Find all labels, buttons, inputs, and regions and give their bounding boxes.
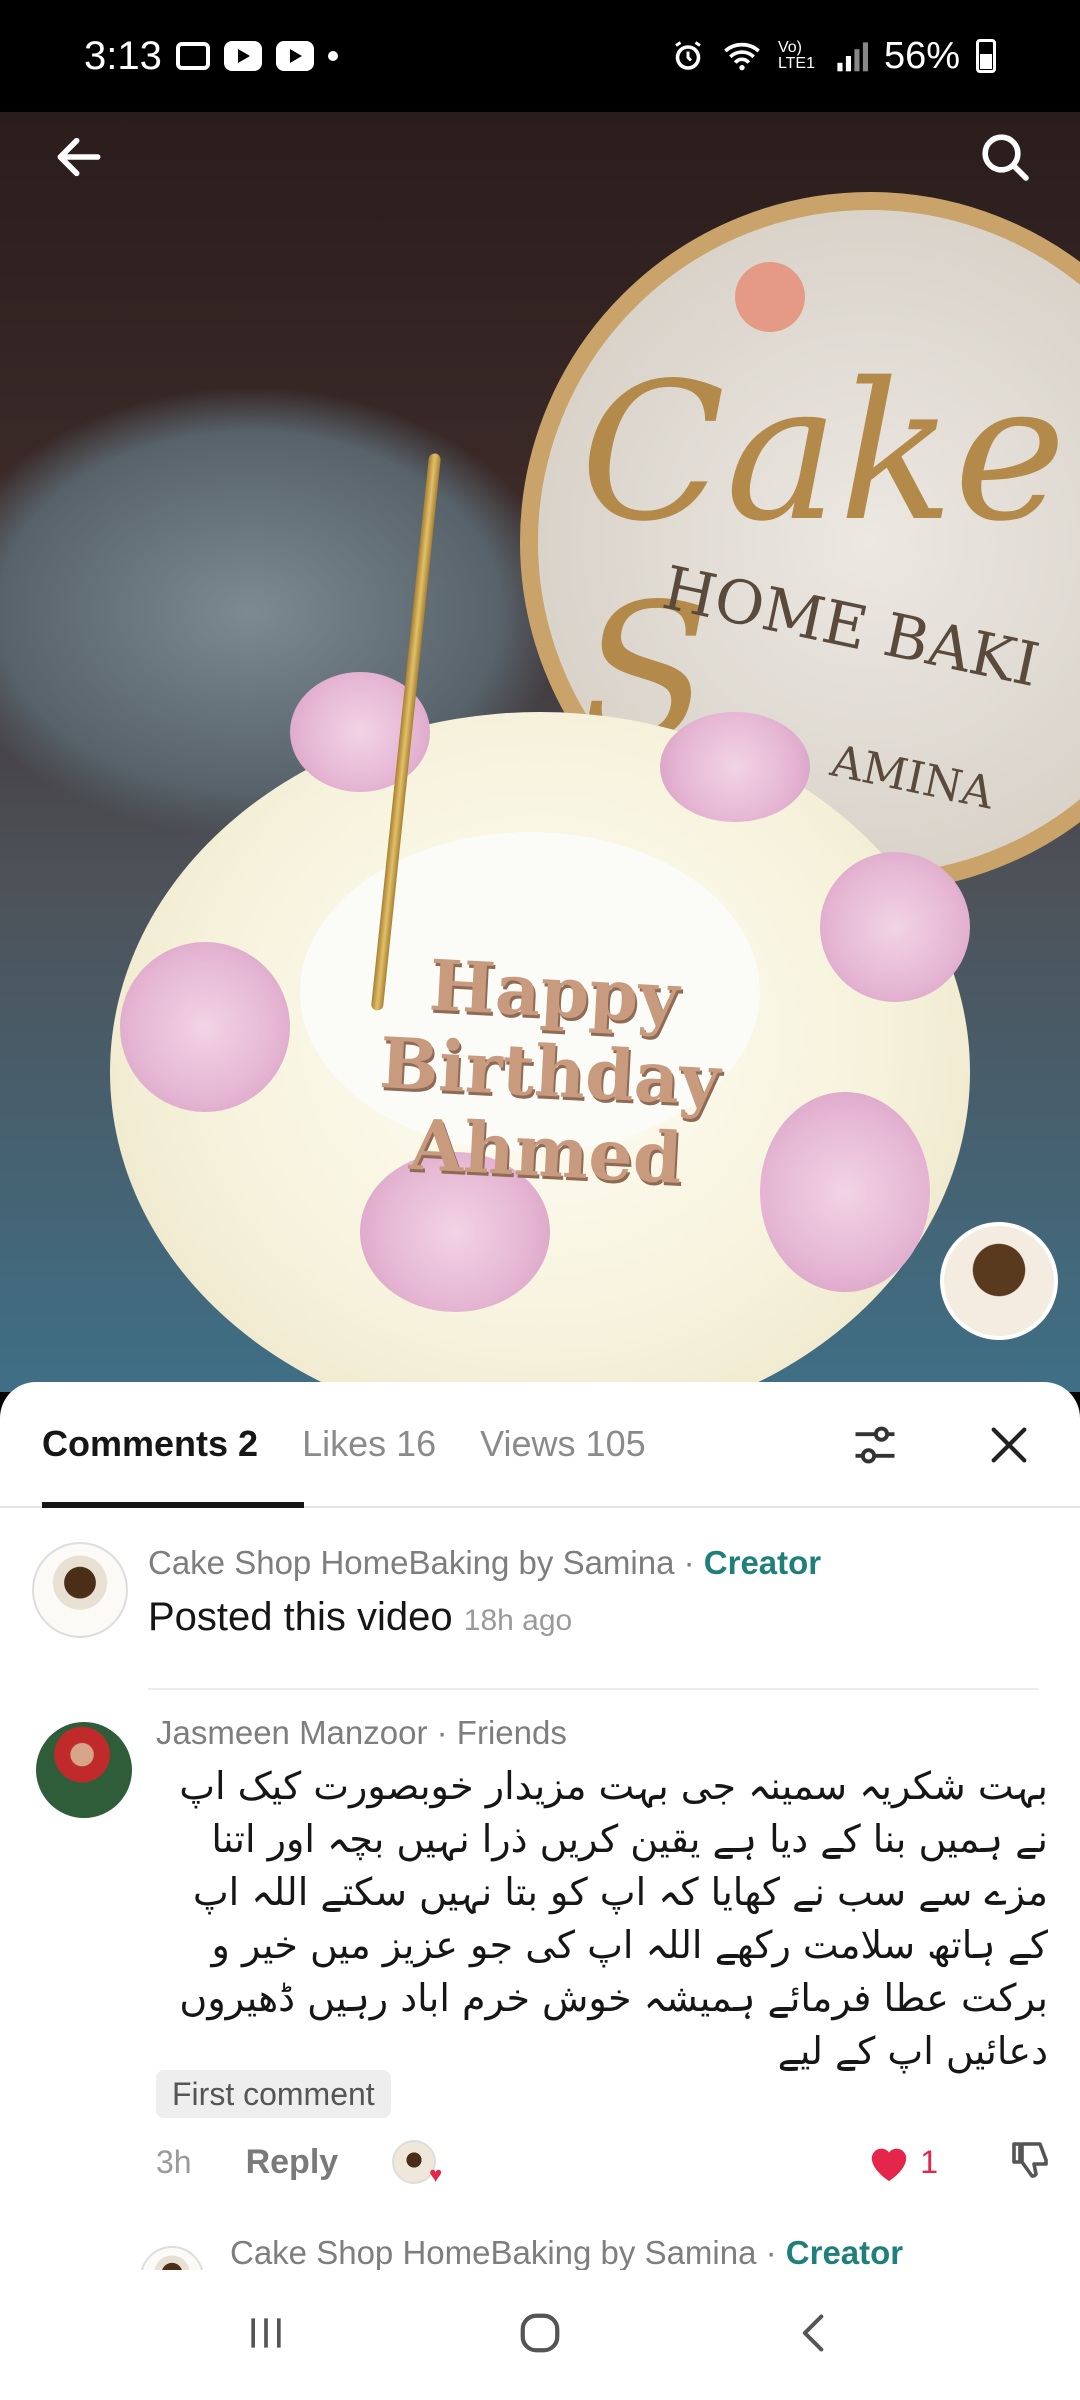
close-icon — [991, 1427, 1027, 1463]
status-left: 3:13 — [84, 34, 338, 79]
tab-count: 16 — [396, 1423, 437, 1464]
author-separator: · — [427, 1714, 457, 1751]
creator-profile-thumbnail[interactable] — [940, 1222, 1058, 1340]
tab-comments[interactable]: Comments 2 — [42, 1423, 258, 1465]
back-button[interactable] — [44, 122, 114, 192]
comment-author-line: Jasmeen Manzoor · Friends — [156, 1714, 567, 1752]
battery-icon — [976, 39, 996, 73]
sheet-tools — [840, 1410, 1044, 1480]
comment-time: 18h ago — [463, 1604, 573, 1637]
tab-label: Views — [480, 1423, 576, 1464]
youtube-icon — [223, 41, 262, 71]
tab-label: Likes — [302, 1423, 387, 1464]
author-separator: · — [756, 2234, 786, 2270]
plaque-brand-text: Cake S — [580, 342, 1067, 784]
author-separator: · — [674, 1544, 704, 1581]
comment-partial: Cake Shop HomeBaking by Samina · Creator — [0, 2220, 1080, 2270]
posted-text: Posted this video — [148, 1595, 453, 1639]
comment-author[interactable]: Cake Shop HomeBaking by Samina — [230, 2234, 756, 2270]
status-bar: 3:13 Vo) LTE1 56% — [0, 0, 1080, 112]
tab-likes[interactable]: Likes 16 — [302, 1423, 436, 1465]
status-right: Vo) LTE1 56% — [670, 35, 996, 78]
tab-label: Comments — [42, 1423, 229, 1464]
filter-button[interactable] — [840, 1410, 910, 1480]
battery-percent: 56% — [883, 34, 960, 77]
creator-avatar[interactable] — [140, 2246, 204, 2270]
system-navbar — [0, 2270, 1080, 2400]
back-button[interactable] — [792, 2311, 836, 2360]
cake-rose — [760, 1092, 930, 1292]
video-player[interactable]: Cake S HOME BAKI AMINA Happy Birthday Ah… — [0, 112, 1080, 1392]
tab-count: 105 — [585, 1423, 646, 1464]
commenter-avatar[interactable] — [36, 1722, 132, 1818]
home-button[interactable] — [517, 2310, 563, 2361]
comment-time: 3h — [156, 2143, 192, 2180]
wifi-icon — [724, 42, 760, 71]
tab-views[interactable]: Views 105 — [480, 1423, 645, 1465]
close-button[interactable] — [974, 1410, 1044, 1480]
search-icon — [982, 134, 1029, 181]
comment-author-line: Cake Shop HomeBaking by Samina · Creator — [230, 2234, 903, 2270]
creator-liked-avatar: ♥ — [392, 2140, 442, 2187]
recents-icon — [251, 2317, 281, 2348]
like-count: 1 — [920, 2143, 938, 2180]
first-comment-badge: First comment — [156, 2070, 391, 2118]
back-icon — [802, 2313, 823, 2352]
signal-icon — [837, 42, 868, 72]
friends-tag: Friends — [456, 1714, 567, 1751]
cake-message: Happy Birthday Ahmed — [344, 942, 756, 1203]
comment-body: بہت شکریہ سمینہ جی بہت مزیدار خوبصورت کی… — [179, 1764, 1048, 2073]
cake-rose — [120, 942, 290, 1112]
creator-tag: Creator — [703, 1544, 822, 1581]
plaque-logo-dot — [735, 262, 805, 332]
heart-icon: ♥ — [429, 2162, 443, 2187]
search-button[interactable] — [970, 122, 1040, 192]
network-label: Vo) LTE1 — [777, 39, 815, 72]
comment-text: Posted this video 18h ago — [148, 1595, 572, 1640]
like-button[interactable]: 1 — [866, 2141, 938, 2183]
status-time: 3:13 — [84, 33, 162, 78]
thumbs-down-icon — [1012, 2141, 1048, 2178]
creator-tag: Creator — [785, 2234, 904, 2270]
reply-button[interactable]: Reply — [246, 2143, 339, 2182]
youtube-icon — [275, 41, 314, 71]
sliders-icon — [855, 1426, 895, 1464]
active-tab-indicator — [42, 1502, 304, 1508]
alarm-icon — [675, 41, 701, 70]
comment-author[interactable]: Jasmeen Manzoor — [156, 1714, 427, 1751]
recents-button[interactable] — [244, 2311, 288, 2360]
arrow-left-icon — [57, 137, 101, 177]
gallery-icon — [175, 42, 210, 70]
dislike-button[interactable] — [1008, 2136, 1056, 2189]
comment-author-line: Cake Shop HomeBaking by Samina · Creator — [148, 1544, 821, 1582]
creator-avatar[interactable] — [32, 1542, 128, 1638]
comment-author[interactable]: Cake Shop HomeBaking by Samina — [148, 1544, 674, 1581]
tab-count: 2 — [238, 1423, 259, 1464]
cake-rose — [820, 852, 970, 1002]
comments-tabs: Comments 2 Likes 16 Views 105 — [0, 1382, 1080, 1508]
heart-filled-icon — [872, 2148, 907, 2182]
comment-actions: 3h Reply ♥ 1 — [156, 2134, 1056, 2190]
comment-divider — [148, 1688, 1038, 1690]
home-icon — [520, 2313, 560, 2352]
cake-rose — [660, 712, 810, 822]
dot-icon — [327, 51, 338, 61]
